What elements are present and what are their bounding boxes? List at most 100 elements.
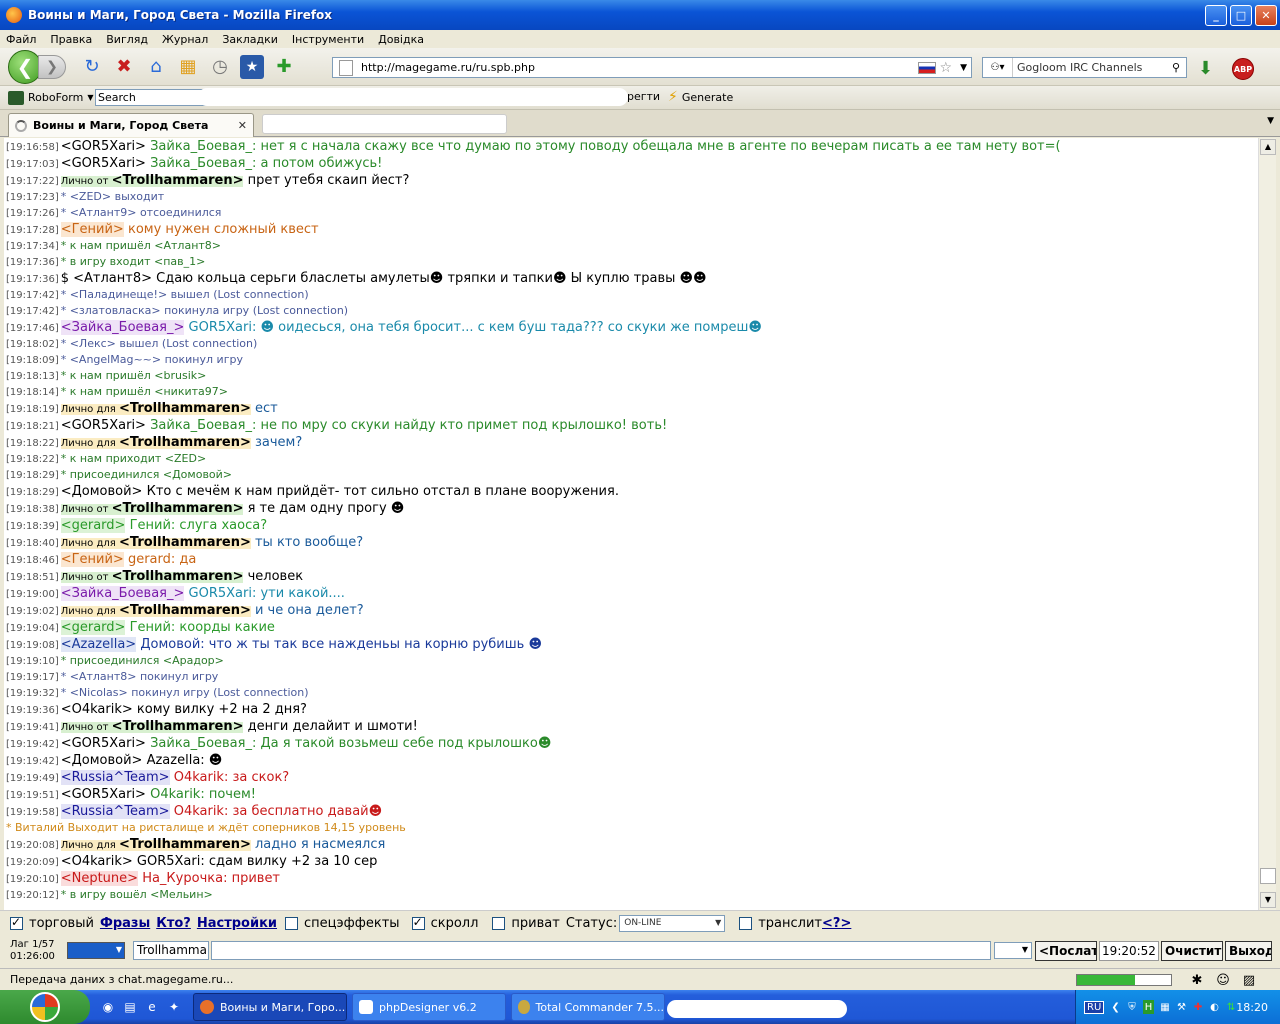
chat-nick[interactable]: <gerard> [60, 518, 126, 533]
language-indicator[interactable]: RU [1084, 1000, 1105, 1014]
adblock-icon[interactable]: ABP [1232, 58, 1254, 80]
search-engine-icon[interactable]: ⚇▾ [983, 58, 1013, 77]
search-bar[interactable]: ⚇▾ Gogloom IRC Channels ⚲ [982, 57, 1187, 78]
chat-nick[interactable]: <gerard> [60, 620, 126, 635]
nick-field[interactable]: Trollhammaren [133, 941, 209, 960]
chat-nick[interactable]: <Russia^Team> [60, 804, 170, 819]
exit-button[interactable]: Выход [1225, 941, 1272, 961]
chat-nick[interactable]: <GOR5Xari> [61, 787, 146, 802]
resize-grip-icon[interactable]: ▨ [1240, 971, 1258, 989]
start-button[interactable] [0, 990, 90, 1024]
quicklaunch-ie-icon[interactable]: e [144, 999, 160, 1015]
settings-link[interactable]: Настройки [197, 916, 277, 931]
menu-edit[interactable]: Правка [50, 33, 92, 46]
tray-expand-icon[interactable]: ❮ [1110, 1000, 1121, 1014]
generate-button[interactable]: ⚡ Generate [668, 89, 733, 105]
bug-icon[interactable]: ✱ [1188, 971, 1206, 989]
chat-nick[interactable]: <O4karik> [61, 854, 133, 869]
chat-nick[interactable]: <Trollhammaren> [112, 569, 244, 584]
minimize-button[interactable]: _ [1205, 4, 1227, 26]
chat-nick[interactable]: <Trollhammaren> [112, 501, 244, 516]
scroll-down-icon[interactable]: ▼ [1260, 892, 1276, 908]
scroll-up-icon[interactable]: ▲ [1260, 139, 1276, 155]
chat-nick[interactable]: <Trollhammaren> [119, 435, 251, 450]
tray-shield-icon[interactable]: ⛨ [1127, 1000, 1138, 1014]
quicklaunch-eu-icon[interactable]: ✦ [166, 999, 182, 1015]
private-checkbox[interactable] [492, 917, 506, 930]
tab-active[interactable]: Воины и Маги, Город Света ✕ [8, 113, 254, 137]
clock-icon[interactable]: ◷ [208, 55, 232, 79]
reload-icon[interactable]: ↻ [80, 55, 104, 79]
translit-help-link[interactable]: <?> [822, 916, 851, 931]
quicklaunch-app-icon[interactable]: ◉ [100, 999, 116, 1015]
stop-icon[interactable]: ✖ [112, 55, 136, 79]
phrases-link[interactable]: Фразы [100, 916, 150, 931]
chat-nick[interactable]: <Azazella> [60, 637, 137, 652]
search-input[interactable]: Gogloom IRC Channels [1013, 61, 1172, 74]
chat-nick[interactable]: <Домовой> [61, 753, 143, 768]
message-history-select[interactable] [994, 942, 1032, 959]
translit-checkbox[interactable] [739, 917, 753, 930]
who-link[interactable]: Кто? [156, 916, 191, 931]
menu-file[interactable]: Файл [6, 33, 36, 46]
back-button[interactable]: ❮ [8, 49, 42, 84]
color-select[interactable] [67, 942, 125, 959]
trade-checkbox[interactable] [10, 915, 23, 930]
chat-nick[interactable]: <Гений> [60, 552, 124, 567]
url-bar[interactable]: http://magegame.ru/ru.spb.php ☆ ▼ [332, 57, 972, 78]
chat-nick[interactable]: <Гений> [60, 222, 124, 237]
download-icon[interactable]: ⬇ [1198, 58, 1220, 80]
tray-tool-icon[interactable]: ⚒ [1176, 1000, 1187, 1014]
chat-nick[interactable]: <Зайка_Боевая_> [60, 586, 185, 601]
chat-nick[interactable]: <Trollhammaren> [119, 837, 251, 852]
chevron-down-icon[interactable]: ▼ [960, 63, 967, 73]
forward-button[interactable]: ❯ [38, 54, 66, 79]
chat-nick[interactable]: <Trollhammaren> [119, 401, 251, 416]
tray-h-icon[interactable]: H [1143, 1000, 1154, 1014]
tray-av-icon[interactable]: ✚ [1193, 1000, 1204, 1014]
chat-nick[interactable]: <Trollhammaren> [119, 603, 251, 618]
send-button[interactable]: <Послать [1035, 941, 1097, 961]
chat-nick[interactable]: <O4karik> [61, 702, 133, 717]
message-input[interactable] [211, 941, 991, 960]
maximize-button[interactable]: □ [1230, 4, 1252, 26]
chat-nick[interactable]: <Домовой> [61, 484, 143, 499]
tab-list-chevron-icon[interactable]: ▼ [1267, 116, 1274, 126]
chat-nick[interactable]: <GOR5Xari> [61, 139, 146, 154]
scroll-checkbox[interactable] [411, 915, 425, 930]
chat-nick[interactable]: <Trollhammaren> [119, 535, 251, 550]
effects-checkbox[interactable] [285, 917, 299, 930]
close-button[interactable]: ✕ [1255, 4, 1277, 26]
url-text[interactable]: http://magegame.ru/ru.spb.php [361, 61, 918, 74]
star-icon[interactable]: ☆ [940, 60, 953, 76]
tray-na-icon[interactable]: ◐ [1209, 1000, 1220, 1014]
bookmark-star-icon[interactable]: ★ [240, 54, 264, 79]
roboform-menu[interactable]: RoboForm [28, 91, 83, 104]
smiley-icon[interactable]: ☺ [1214, 971, 1232, 989]
add-icon[interactable]: ✚ [272, 55, 296, 79]
chat-nick[interactable]: <Зайка_Боевая_> [60, 320, 185, 335]
menu-tools[interactable]: Інструменти [292, 33, 364, 46]
tray-arrows-icon[interactable]: ⇅ [1226, 1000, 1237, 1014]
apps-icon[interactable]: ▦ [176, 55, 200, 79]
chat-nick[interactable]: <GOR5Xari> [61, 156, 146, 171]
roboform-register-text[interactable]: регти [627, 90, 660, 103]
menu-help[interactable]: Довідка [378, 33, 424, 46]
chat-nick[interactable]: <Neptune> [60, 871, 139, 886]
home-icon[interactable]: ⌂ [144, 55, 168, 79]
chat-nick[interactable]: <Trollhammaren> [112, 719, 244, 734]
task-totalcommander[interactable]: Total Commander 7.5... [511, 993, 665, 1021]
quicklaunch-doc-icon[interactable]: ▤ [122, 999, 138, 1015]
close-tab-icon[interactable]: ✕ [238, 119, 247, 132]
task-phpdesigner[interactable]: phpDesigner v6.2 [352, 993, 506, 1021]
chat-nick[interactable]: <Russia^Team> [60, 770, 170, 785]
status-select[interactable]: ON-LINE [619, 915, 726, 932]
new-tab-area[interactable] [262, 114, 507, 134]
search-icon[interactable]: ⚲ [1172, 61, 1180, 74]
menu-history[interactable]: Журнал [162, 33, 208, 46]
chat-nick[interactable]: <Trollhammaren> [112, 173, 244, 188]
menu-view[interactable]: Вигляд [106, 33, 148, 46]
clear-button[interactable]: Очистить [1161, 941, 1223, 961]
chat-nick[interactable]: $ <Атлант8> [61, 271, 152, 286]
tray-network-icon[interactable]: ▦ [1160, 1000, 1171, 1014]
